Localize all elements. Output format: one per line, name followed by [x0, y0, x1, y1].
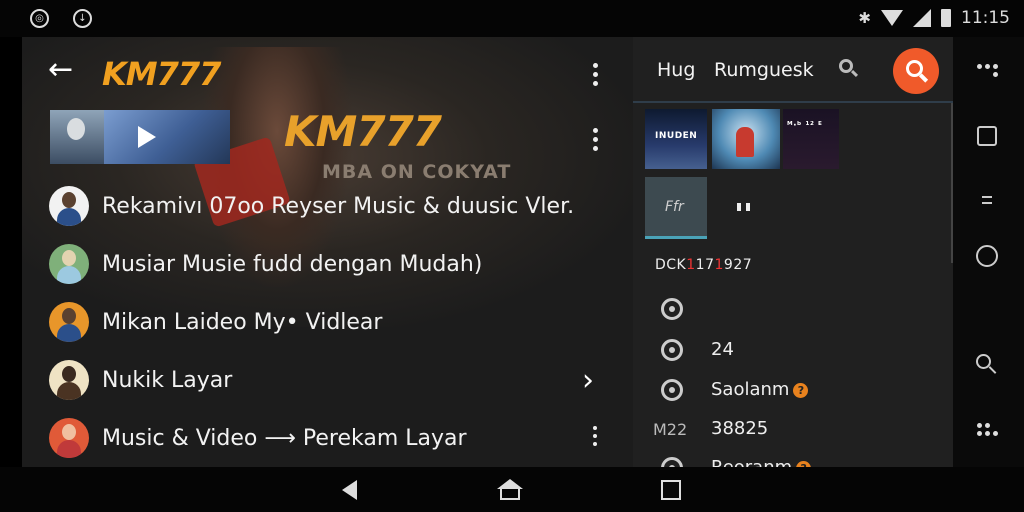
timer-icon: [661, 339, 683, 361]
audio-icon: [661, 379, 683, 401]
settings-row-value: 38825: [711, 418, 769, 439]
app-bar: ← KM777: [22, 49, 633, 95]
avatar: [49, 186, 89, 226]
avatar: [49, 418, 89, 458]
feature-list: Rekamivı 07oo Reyser Music & duusic Vler…: [22, 177, 633, 467]
thumbnail-caption: Ffr: [665, 199, 684, 215]
back-button[interactable]: ←: [48, 55, 73, 85]
chevron-right-icon[interactable]: ›: [582, 363, 594, 398]
banner-video-thumbnail[interactable]: [104, 110, 230, 164]
tab-rumguesk[interactable]: Rumguesk: [714, 59, 814, 81]
list-item[interactable]: Rekamivı 07oo Reyser Music & duusic Vler…: [22, 177, 633, 235]
list-item-label: Mikan Laideo My• Vidlear: [102, 309, 383, 335]
back-icon[interactable]: [342, 480, 357, 500]
search-icon[interactable]: [975, 353, 999, 377]
status-time: 11:15: [961, 8, 1010, 28]
item-menu-icon[interactable]: [590, 426, 600, 446]
list-item[interactable]: Musiar Musie fudd dengan Mudah): [22, 235, 633, 293]
recents-icon[interactable]: [661, 480, 681, 500]
more-options-icon[interactable]: [975, 58, 999, 82]
code-red-digit-2: 1: [714, 257, 724, 273]
equals-icon[interactable]: [975, 188, 999, 212]
play-icon[interactable]: [138, 126, 156, 148]
side-panel-header: Hug Rumguesk: [633, 37, 953, 103]
signal-icon: [913, 9, 931, 27]
home-icon[interactable]: [497, 479, 523, 501]
wifi-icon: [881, 10, 903, 26]
apps-grid-icon[interactable]: [975, 417, 999, 441]
list-item[interactable]: Nukik Layar ›: [22, 351, 633, 409]
search-icon[interactable]: [839, 59, 859, 79]
settings-row[interactable]: 24: [633, 331, 953, 367]
battery-icon: [941, 9, 951, 27]
list-item-label: Music & Video ⟶ Perekam Layar: [102, 425, 467, 451]
featured-video-banner[interactable]: [50, 110, 230, 164]
quality-icon: [661, 457, 683, 467]
settings-row[interactable]: Saolanm?: [633, 371, 953, 407]
avatar: [49, 302, 89, 342]
download-notification-icon: ↓: [73, 9, 92, 28]
overflow-menu-icon[interactable]: [590, 63, 600, 86]
settings-row[interactable]: M22 38825: [633, 410, 953, 446]
settings-row[interactable]: Reoranm?: [633, 449, 953, 467]
record-icon: [661, 298, 683, 320]
pause-icon[interactable]: [737, 203, 750, 211]
list-item[interactable]: Mikan Laideo My• Vidlear: [22, 293, 633, 351]
settings-row-value: Saolanm?: [711, 379, 809, 400]
info-badge-icon: ?: [793, 382, 809, 398]
square-icon[interactable]: [975, 124, 999, 148]
thumbnail-figure: [736, 127, 754, 157]
main-pane: KM777 MBA ON COKYAT ← KM777 Rekamivı 07o…: [22, 37, 633, 467]
status-left-icons: ◎ ↓: [30, 9, 92, 28]
status-right-icons: ✱ 11:15: [858, 8, 1010, 28]
hero-logo: KM777: [284, 107, 442, 156]
banner-menu-icon[interactable]: [590, 128, 600, 151]
settings-row-value: Reoranm?: [711, 457, 812, 467]
video-thumbnail[interactable]: [712, 109, 780, 169]
avatar: [49, 360, 89, 400]
session-code: DCK1171927: [655, 257, 752, 273]
list-item-label: Nukik Layar: [102, 367, 233, 393]
navigation-rail: [953, 37, 1024, 467]
list-item-label: Rekamivı 07oo Reyser Music & duusic Vler…: [102, 193, 575, 219]
code-red-digit: 1: [686, 257, 696, 273]
video-thumbnail[interactable]: INUDEN: [645, 109, 707, 169]
app-title: KM777: [102, 55, 221, 93]
tab-hug[interactable]: Hug: [657, 59, 695, 81]
banner-avatar: [50, 110, 104, 164]
avatar: [49, 244, 89, 284]
side-panel: Hug Rumguesk INUDEN ᴹ·ᵇ ¹² ᴱ Ffr DCK1171…: [633, 37, 953, 467]
thumbnail-caption: INUDEN: [655, 131, 698, 141]
code-prefix: DCK: [655, 257, 687, 273]
search-fab-button[interactable]: [893, 48, 939, 94]
video-thumbnail-selected[interactable]: Ffr: [645, 177, 707, 239]
system-nav-bar: [0, 467, 1024, 512]
thumbnail-caption: ᴹ·ᵇ ¹² ᴱ: [787, 121, 823, 131]
settings-row-value: 24: [711, 339, 734, 360]
code-suffix: 927: [723, 257, 753, 273]
settings-row[interactable]: [633, 290, 953, 326]
list-item-label: Musiar Musie fudd dengan Mudah): [102, 251, 483, 277]
code-mid: 17: [695, 257, 715, 273]
status-bar: ◎ ↓ ✱ 11:15: [0, 0, 1024, 37]
circle-icon[interactable]: [975, 244, 999, 268]
video-thumbnail[interactable]: ᴹ·ᵇ ¹² ᴱ: [783, 109, 839, 169]
settings-row-prefix: M22: [653, 420, 688, 439]
vibrate-icon: ✱: [858, 9, 871, 27]
app-notification-icon: ◎: [30, 9, 49, 28]
list-item[interactable]: Music & Video ⟶ Perekam Layar: [22, 409, 633, 467]
